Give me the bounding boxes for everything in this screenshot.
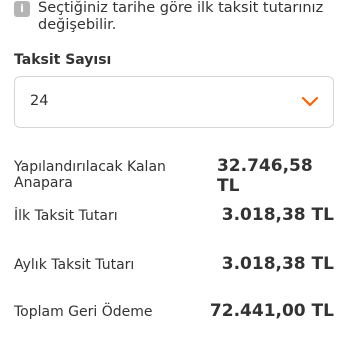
summary-row-monthly-installment: Aylık Taksit Tutarı 3.018,38 TL	[14, 254, 334, 274]
summary-label: Toplam Geri Ödeme	[14, 304, 153, 320]
summary-row-total-repayment: Toplam Geri Ödeme 72.441,00 TL	[14, 301, 334, 321]
info-text: Seçtiğiniz tarihe göre ilk taksit tutarı…	[38, 0, 324, 33]
installment-count-select[interactable]: 24	[14, 76, 334, 128]
installment-count-label: Taksit Sayısı	[14, 52, 112, 68]
summary-row-first-installment: İlk Taksit Tutarı 3.018,38 TL	[14, 205, 334, 225]
info-message: i Seçtiğiniz tarihe göre ilk taksit tuta…	[14, 0, 344, 34]
summary-value: 32.746,58 TL	[216, 156, 313, 196]
info-icon: i	[14, 1, 30, 17]
chevron-down-icon[interactable]	[301, 95, 319, 109]
summary-value: 3.018,38 TL	[221, 254, 334, 274]
summary-label: İlk Taksit Tutarı	[14, 208, 118, 224]
summary-label: Yapılandırılacak Kalan Anapara	[14, 159, 166, 191]
summary-value: 3.018,38 TL	[221, 205, 334, 225]
installment-count-value: 24	[30, 93, 49, 109]
summary-value: 72.441,00 TL	[209, 301, 334, 321]
summary-row-principal: Yapılandırılacak Kalan Anapara 32.746,58…	[14, 156, 334, 196]
summary-label: Aylık Taksit Tutarı	[14, 257, 135, 273]
